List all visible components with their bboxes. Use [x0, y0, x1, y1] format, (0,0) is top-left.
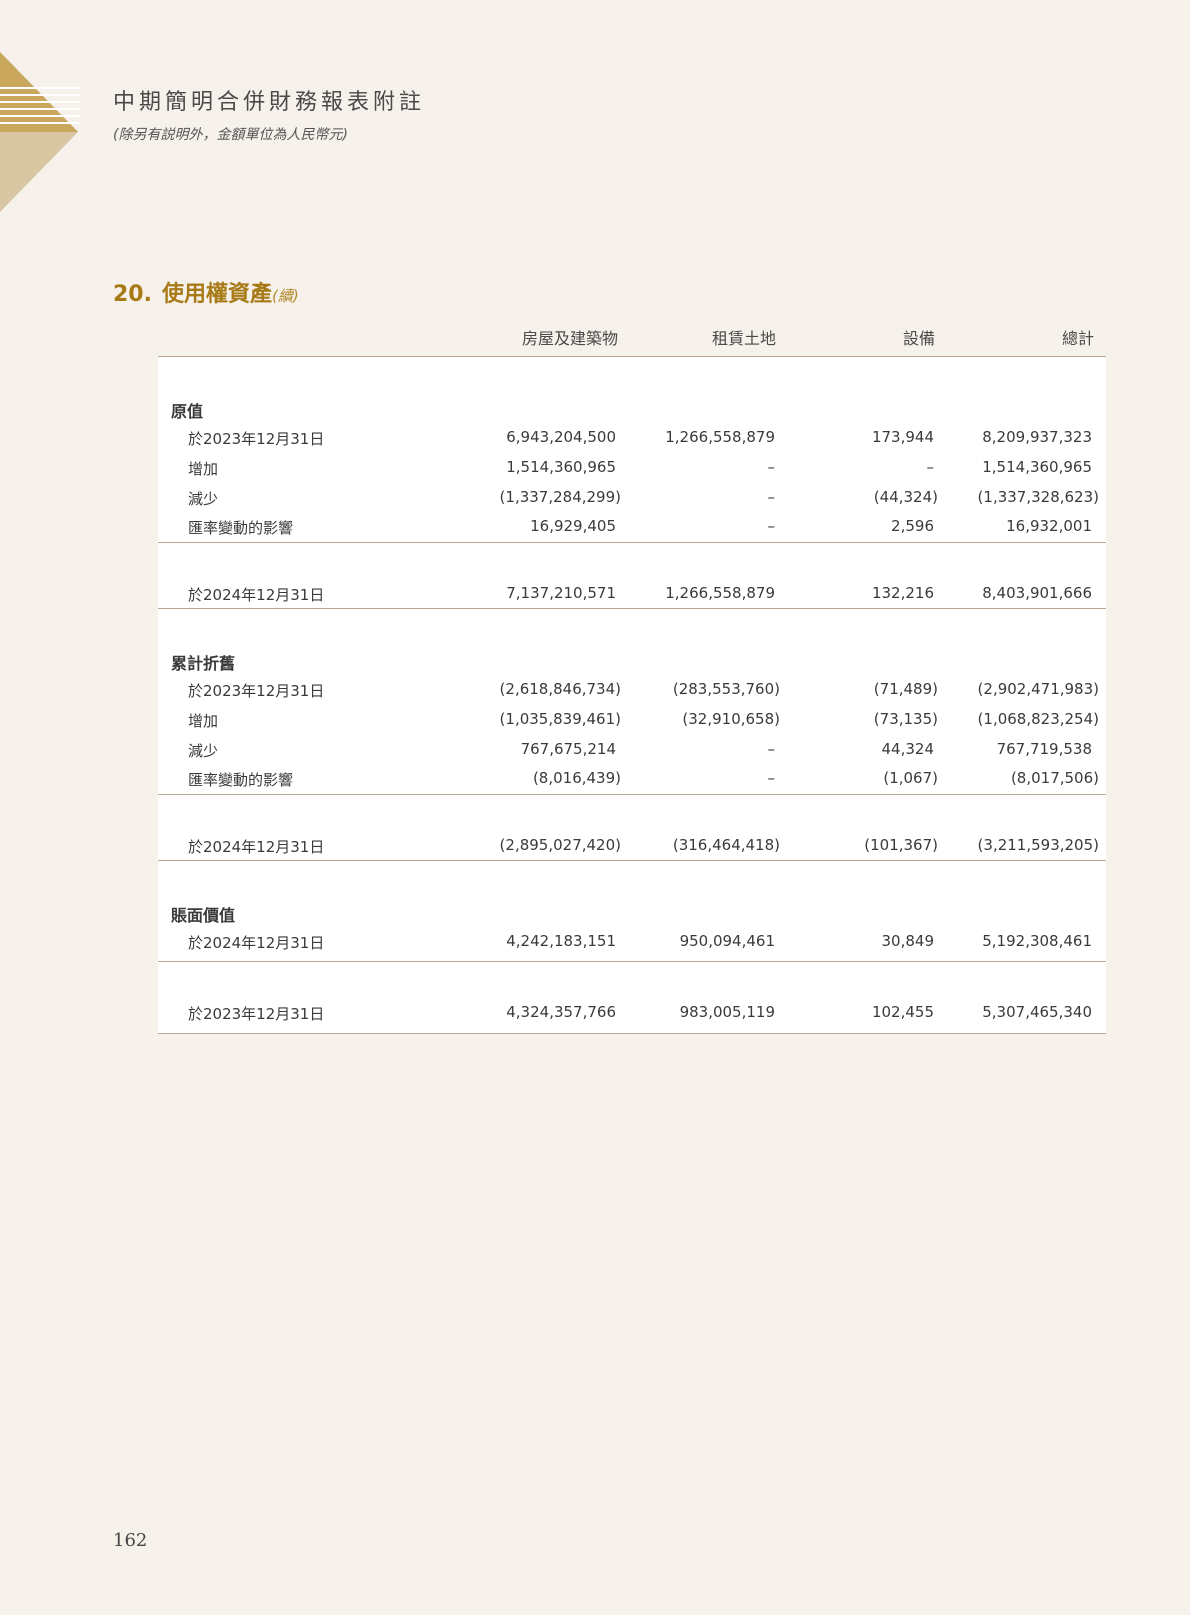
rule	[158, 1033, 1106, 1034]
cell-buildings: 1,514,360,965	[506, 458, 616, 476]
row-label: 減少	[188, 490, 219, 508]
corner-decoration	[0, 52, 80, 212]
cell-land: –	[767, 517, 776, 535]
table-row: 減少 767,675,214 – 44,324 767,719,538	[158, 740, 1106, 762]
rule	[158, 794, 1106, 795]
cell-land: 950,094,461	[679, 932, 775, 950]
cell-equipment: (71,489)	[873, 680, 938, 698]
cell-land: –	[767, 740, 776, 758]
section-heading: 20. 使用權資產(續)	[113, 276, 299, 308]
cell-total: 767,719,538	[996, 740, 1092, 758]
section-number: 20.	[113, 282, 152, 307]
rule	[158, 608, 1106, 609]
row-label: 於2024年12月31日	[188, 934, 325, 952]
cell-total: (8,017,506)	[1010, 769, 1099, 787]
cell-land: (283,553,760)	[672, 680, 780, 698]
section-continued: (續)	[272, 287, 299, 305]
row-label: 於2023年12月31日	[188, 1005, 325, 1023]
cell-land: (316,464,418)	[672, 836, 780, 854]
cell-buildings: (8,016,439)	[532, 769, 621, 787]
rule	[158, 961, 1106, 962]
group-heading-cost: 原值	[171, 402, 204, 421]
cell-equipment: 44,324	[881, 740, 935, 758]
cell-buildings: (2,895,027,420)	[499, 836, 621, 854]
table-row: 於2023年12月31日 4,324,357,766 983,005,119 1…	[158, 1003, 1106, 1025]
row-label: 匯率變動的影響	[188, 771, 294, 789]
section-title: 使用權資產	[161, 282, 272, 307]
cell-total: (1,337,328,623)	[977, 488, 1099, 506]
cell-land: 983,005,119	[679, 1003, 775, 1021]
cell-equipment: (101,367)	[864, 836, 938, 854]
table-row: 於2024年12月31日 7,137,210,571 1,266,558,879…	[158, 584, 1106, 606]
cell-buildings: 6,943,204,500	[506, 428, 616, 446]
cell-equipment: 2,596	[891, 517, 934, 535]
cell-land: 1,266,558,879	[665, 428, 775, 446]
cell-land: –	[767, 769, 776, 787]
cell-equipment: 30,849	[881, 932, 935, 950]
row-label: 於2024年12月31日	[188, 838, 325, 856]
cell-buildings: 4,324,357,766	[506, 1003, 616, 1021]
cell-total: (2,902,471,983)	[977, 680, 1099, 698]
cell-buildings: (1,035,839,461)	[499, 710, 621, 728]
row-label: 匯率變動的影響	[188, 519, 294, 537]
column-header-land: 租賃土地	[711, 329, 776, 348]
cell-equipment: (1,067)	[883, 769, 938, 787]
cell-equipment: –	[926, 458, 935, 476]
cell-buildings: 7,137,210,571	[506, 584, 616, 602]
cell-equipment: 173,944	[871, 428, 934, 446]
page-header-title: 中期簡明合併財務報表附註	[113, 90, 426, 115]
row-label: 於2024年12月31日	[188, 586, 325, 604]
cell-total: 16,932,001	[1006, 517, 1092, 535]
row-label: 於2023年12月31日	[188, 430, 325, 448]
cell-total: (3,211,593,205)	[977, 836, 1099, 854]
cell-equipment: (73,135)	[873, 710, 938, 728]
column-header-total: 總計	[1061, 329, 1094, 348]
cell-total: 1,514,360,965	[982, 458, 1092, 476]
cell-total: 8,209,937,323	[982, 428, 1092, 446]
row-label: 增加	[188, 712, 219, 730]
column-header-buildings: 房屋及建築物	[521, 329, 618, 348]
cell-buildings: 767,675,214	[520, 740, 616, 758]
row-label: 增加	[188, 460, 219, 478]
header-rule	[158, 356, 1106, 357]
group-heading-depreciation: 累計折舊	[171, 654, 236, 673]
table-row: 減少 (1,337,284,299) – (44,324) (1,337,328…	[158, 488, 1106, 510]
cell-total: 5,307,465,340	[982, 1003, 1092, 1021]
column-header-equipment: 設備	[902, 329, 935, 348]
cell-total: 8,403,901,666	[982, 584, 1092, 602]
cell-land: 1,266,558,879	[665, 584, 775, 602]
rule	[158, 860, 1106, 861]
cell-total: (1,068,823,254)	[977, 710, 1099, 728]
cell-buildings: (1,337,284,299)	[499, 488, 621, 506]
cell-equipment: 102,455	[871, 1003, 934, 1021]
table-row: 增加 (1,035,839,461) (32,910,658) (73,135)…	[158, 710, 1106, 732]
table-row: 增加 1,514,360,965 – – 1,514,360,965	[158, 458, 1106, 480]
cell-buildings: 16,929,405	[530, 517, 616, 535]
page-header-subtitle: (除另有説明外，金額單位為人民幣元)	[113, 127, 348, 143]
cell-equipment: (44,324)	[873, 488, 938, 506]
table-row: 於2023年12月31日 6,943,204,500 1,266,558,879…	[158, 428, 1106, 450]
cell-land: (32,910,658)	[682, 710, 780, 728]
table-row: 於2024年12月31日 4,242,183,151 950,094,461 3…	[158, 932, 1106, 954]
table-row: 於2023年12月31日 (2,618,846,734) (283,553,76…	[158, 680, 1106, 702]
table-row: 於2024年12月31日 (2,895,027,420) (316,464,41…	[158, 836, 1106, 858]
page-number: 162	[113, 1530, 148, 1551]
table-row: 匯率變動的影響 16,929,405 – 2,596 16,932,001	[158, 517, 1106, 539]
cell-land: –	[767, 488, 776, 506]
cell-buildings: (2,618,846,734)	[499, 680, 621, 698]
rule	[158, 542, 1106, 543]
row-label: 於2023年12月31日	[188, 682, 325, 700]
cell-buildings: 4,242,183,151	[506, 932, 616, 950]
cell-total: 5,192,308,461	[982, 932, 1092, 950]
row-label: 減少	[188, 742, 219, 760]
cell-equipment: 132,216	[871, 584, 934, 602]
group-heading-carrying-amount: 賬面價值	[171, 906, 236, 925]
cell-land: –	[767, 458, 776, 476]
table-row: 匯率變動的影響 (8,016,439) – (1,067) (8,017,506…	[158, 769, 1106, 791]
